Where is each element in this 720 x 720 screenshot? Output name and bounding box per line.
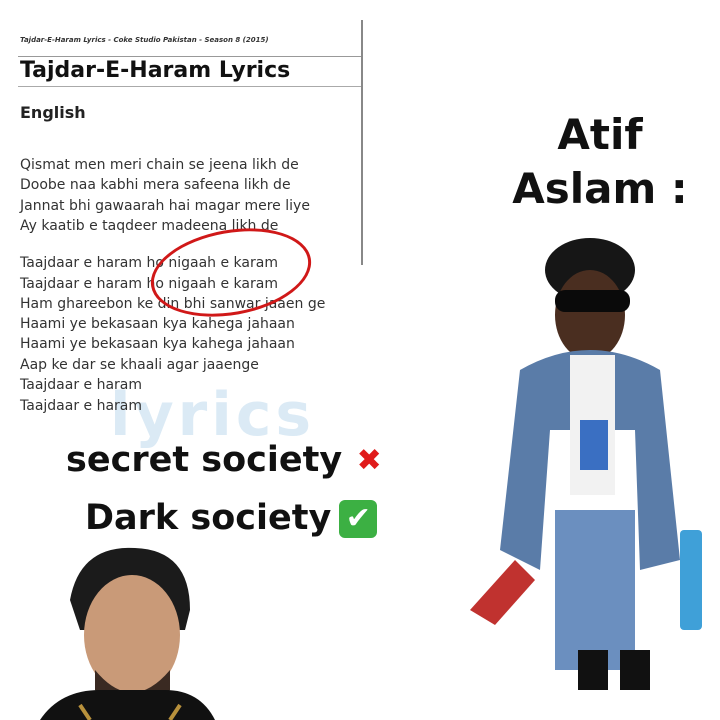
language-heading: English	[20, 103, 86, 122]
check-mark-icon: ✔	[339, 500, 378, 538]
lyric-line: Aap ke dar se khaali agar jaaenge	[20, 357, 259, 373]
lyrics-title: Tajdar-E-Haram Lyrics	[20, 58, 291, 83]
lyric-line: Jannat bhi gawaarah hai magar mere liye	[20, 198, 310, 214]
meme-label: Atif Aslam :	[500, 108, 700, 216]
lyric-line: Taajdaar e haram	[20, 398, 143, 414]
man-portrait-photo	[40, 547, 215, 720]
lyric-line: Haami ye bekasaan kya kahega jahaan	[20, 316, 295, 332]
page-border	[361, 20, 363, 265]
caption-dark-society: Dark society ✔	[85, 498, 378, 538]
lyric-line: Doobe naa kabhi mera safeena likh de	[20, 177, 291, 193]
lyrics-subtitle: Tajdar-E-Haram Lyrics - Coke Studio Paki…	[20, 36, 269, 44]
divider	[18, 56, 362, 57]
divider	[18, 86, 362, 87]
label-line: Atif	[557, 110, 643, 159]
lyric-line: Taajdaar e haram	[20, 377, 143, 393]
lyric-line: Qismat men meri chain se jeena likh de	[20, 157, 299, 173]
caption-secret-society: secret society ✖	[66, 440, 388, 480]
label-line: Aslam :	[512, 164, 688, 213]
caption-text: Dark society	[85, 498, 332, 538]
lyric-line: Haami ye bekasaan kya kahega jahaan	[20, 336, 295, 352]
kid-photo	[470, 238, 702, 690]
cross-mark-icon: ✖	[356, 443, 382, 478]
caption-text: secret society	[66, 440, 343, 480]
